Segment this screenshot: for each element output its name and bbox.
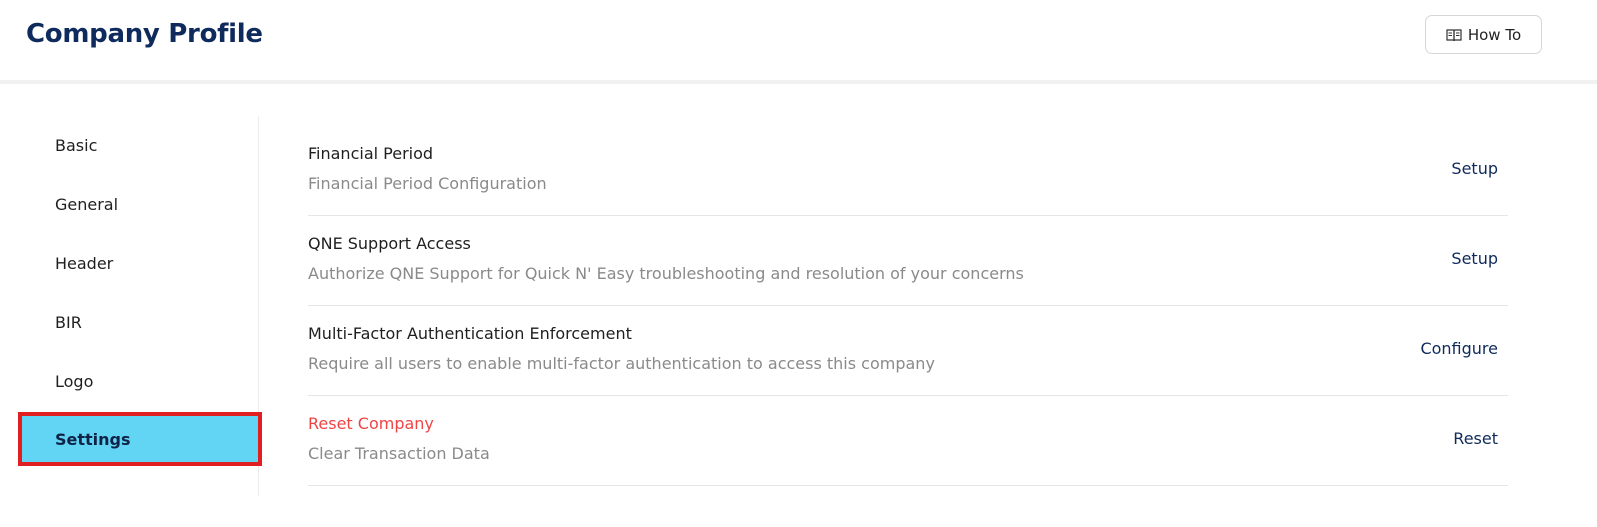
settings-row-qne-support-access: QNE Support Access Authorize QNE Support… <box>308 216 1508 306</box>
sidebar-item-settings[interactable]: Settings <box>18 412 262 466</box>
qne-support-setup-link[interactable]: Setup <box>1451 249 1498 268</box>
page-title: Company Profile <box>26 19 263 49</box>
sidebar-item-basic[interactable]: Basic <box>20 120 258 170</box>
how-to-button[interactable]: How To <box>1425 15 1542 54</box>
row-title: Reset Company <box>308 414 434 433</box>
page-header: Company Profile How To <box>0 0 1597 84</box>
book-icon <box>1446 28 1462 42</box>
row-title: QNE Support Access <box>308 234 471 253</box>
row-title: Financial Period <box>308 144 434 163</box>
row-description: Require all users to enable multi-factor… <box>308 354 935 373</box>
settings-row-reset-company: Reset Company Clear Transaction Data Res… <box>308 396 1508 486</box>
row-description: Clear Transaction Data <box>308 444 490 463</box>
sidebar-item-bir[interactable]: BIR <box>20 297 258 347</box>
settings-row-financial-period: Financial Period Financial Period Config… <box>308 126 1508 216</box>
row-title: Multi-Factor Authentication Enforcement <box>308 324 632 343</box>
reset-company-link[interactable]: Reset <box>1453 429 1498 448</box>
profile-sidebar: Basic General Header BIR Logo Settings <box>18 116 262 496</box>
row-description: Financial Period Configuration <box>308 174 547 193</box>
settings-list: Financial Period Financial Period Config… <box>308 126 1508 486</box>
how-to-label: How To <box>1467 25 1522 44</box>
financial-period-setup-link[interactable]: Setup <box>1451 159 1498 178</box>
sidebar-item-header[interactable]: Header <box>20 238 258 288</box>
settings-row-mfa-enforcement: Multi-Factor Authentication Enforcement … <box>308 306 1508 396</box>
sidebar-item-general[interactable]: General <box>20 179 258 229</box>
mfa-configure-link[interactable]: Configure <box>1420 339 1498 358</box>
row-description: Authorize QNE Support for Quick N' Easy … <box>308 264 1024 283</box>
sidebar-item-logo[interactable]: Logo <box>20 356 258 406</box>
